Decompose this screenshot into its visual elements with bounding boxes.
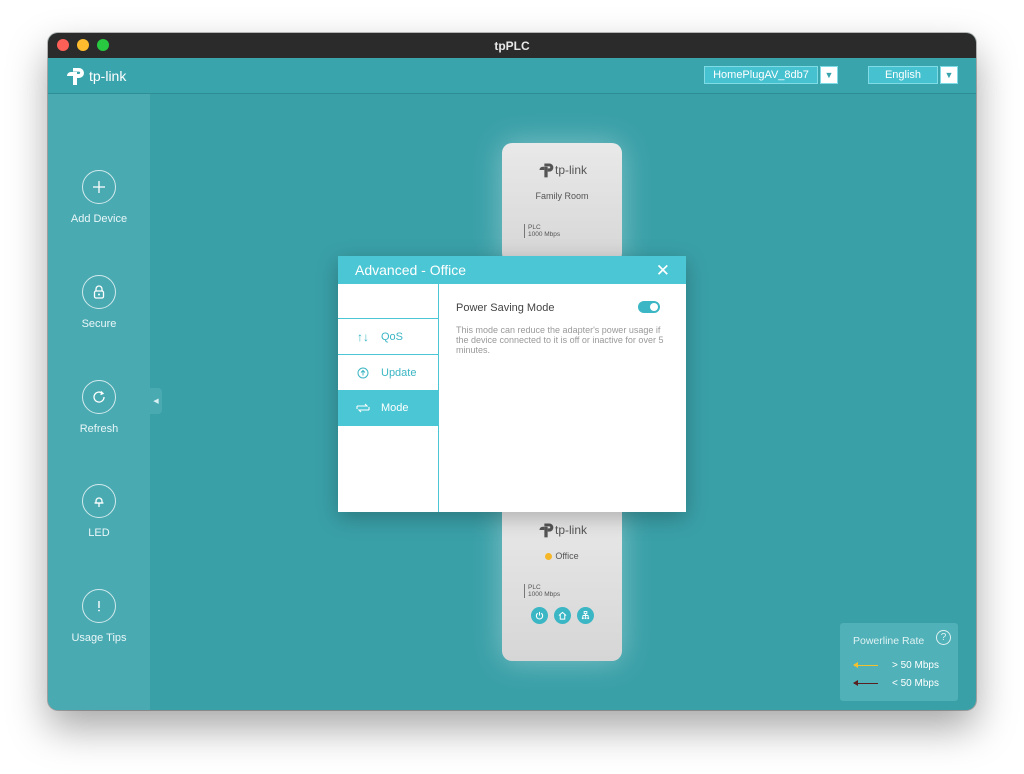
tp-link-logo-icon [539,163,554,178]
device-plc-label: PLC [528,584,541,591]
dialog-title: Advanced - Office [355,262,467,278]
network-select-value[interactable]: HomePlugAV_8db7 [704,66,818,84]
power-saving-title: Power Saving Mode [456,302,555,314]
power-saving-row: Power Saving Mode [456,301,668,314]
sidebar-item-label: Usage Tips [71,632,127,644]
status-dot-icon [545,552,553,560]
sidebar-item-refresh[interactable]: Refresh [48,380,150,435]
home-icon [553,607,571,624]
window-title: tpPLC [494,38,530,53]
power-icon [530,607,548,624]
tab-mode[interactable]: Mode [338,390,438,426]
tp-link-logo-icon [539,523,554,538]
sidebar-item-secure[interactable]: Secure [48,275,150,330]
network-select[interactable]: HomePlugAV_8db7 ▼ [704,66,838,84]
app-window: tpPLC tp-link HomePlugAV_8db7 ▼ English … [48,33,976,710]
language-select[interactable]: English ▼ [868,66,958,84]
advanced-settings-dialog: Advanced - Office ✕ ↑↓ QoS Update Mode P… [338,256,686,512]
ethernet-icon [576,607,594,624]
zoom-window-button[interactable] [97,39,109,51]
device-logo-text: tp-link [554,523,587,537]
sidebar: Add Device Secure Refresh LED Usage Tips [48,94,150,710]
device-plc-speed: 1000 Mbps [528,591,561,598]
exclamation-icon[interactable] [82,589,116,623]
device-logo: tp-link [502,521,622,539]
minimize-window-button[interactable] [77,39,89,51]
language-select-value[interactable]: English [868,66,938,84]
power-saving-description: This mode can reduce the adapter's power… [456,325,664,355]
device-card-family-room[interactable]: tp-link Family Room PLC 1000 Mbps [502,143,622,263]
lock-icon[interactable] [82,275,116,309]
tab-qos[interactable]: ↑↓ QoS [338,318,438,354]
dialog-header: Advanced - Office ✕ [338,256,686,284]
tab-label: Update [381,366,417,379]
sidebar-item-label: Add Device [70,213,128,225]
legend-title: Powerline Rate [853,635,925,647]
legend-row-slow: < 50 Mbps [853,678,939,689]
sidebar-item-label: Secure [81,318,117,330]
device-logo-text: tp-link [554,163,587,177]
tab-label: Mode [381,402,409,414]
device-status-icons [502,607,622,624]
sidebar-item-usage-tips[interactable]: Usage Tips [48,589,150,644]
device-name: Office [555,551,579,561]
legend-row-fast: > 50 Mbps [853,660,939,671]
device-logo: tp-link [502,161,622,179]
device-card-office[interactable]: tp-link Office PLC 1000 Mbps [502,503,622,661]
bulb-icon[interactable] [82,484,116,518]
close-icon[interactable]: ✕ [656,261,670,281]
help-icon[interactable]: ? [936,630,951,645]
chevron-down-icon[interactable]: ▼ [940,66,958,84]
arrow-left-icon [853,679,878,686]
mode-switch-icon [356,402,370,414]
tp-link-logo-icon [67,68,84,85]
sidebar-item-add-device[interactable]: Add Device [48,170,150,225]
app-header: tp-link HomePlugAV_8db7 ▼ English ▼ [48,58,976,94]
sidebar-item-label: Refresh [79,423,119,435]
sort-arrows-icon: ↑↓ [357,329,369,344]
dialog-nav: ↑↓ QoS Update Mode [338,284,439,512]
window-controls [57,39,109,51]
legend-label: < 50 Mbps [892,678,939,689]
tab-update[interactable]: Update [338,354,438,390]
tab-label: QoS [381,330,404,343]
update-icon [356,367,370,379]
close-window-button[interactable] [57,39,69,51]
chevron-down-icon[interactable]: ▼ [820,66,838,84]
sidebar-item-led[interactable]: LED [48,484,150,539]
mode-panel: Power Saving Mode This mode can reduce t… [456,301,668,355]
device-name: Family Room [535,191,589,201]
device-plc-speed: 1000 Mbps [528,231,561,238]
device-name-row: Office [502,551,622,561]
device-plc-label: PLC [528,224,541,231]
collapse-sidebar-button[interactable]: ◀ [150,388,162,414]
device-plc-info: PLC 1000 Mbps [524,224,622,238]
device-plc-info: PLC 1000 Mbps [524,584,622,598]
power-saving-toggle[interactable] [638,301,660,313]
legend-label: > 50 Mbps [892,660,939,671]
powerline-rate-legend: Powerline Rate ? > 50 Mbps < 50 Mbps [840,623,958,701]
plus-icon[interactable] [82,170,116,204]
logo-text: tp-link [89,68,127,84]
sidebar-item-label: LED [88,527,110,539]
arrow-left-icon [853,661,878,668]
title-bar: tpPLC [48,33,976,58]
tp-link-logo: tp-link [64,65,126,87]
refresh-icon[interactable] [82,380,116,414]
